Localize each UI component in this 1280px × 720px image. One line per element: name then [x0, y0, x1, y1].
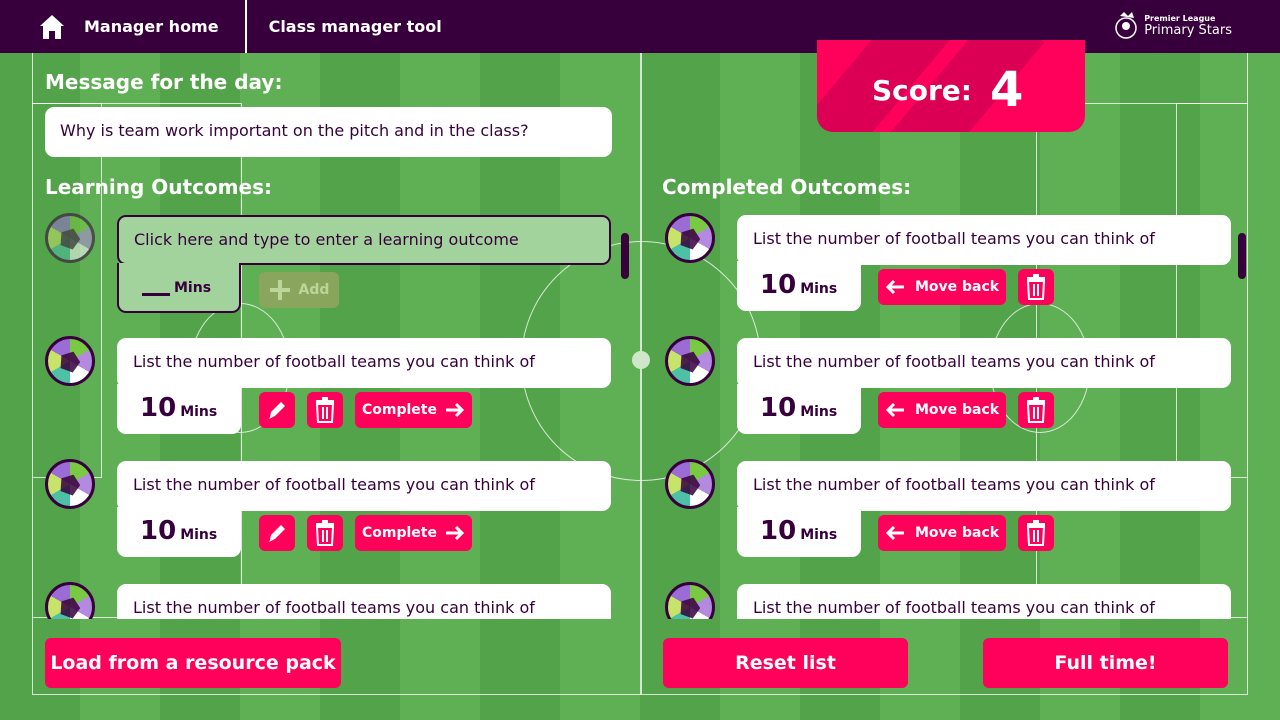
trash-icon: [1026, 520, 1046, 546]
add-label: Add: [298, 282, 330, 298]
top-nav-bar: Manager home Class manager tool Premier …: [0, 0, 1280, 53]
new-outcome-entry: Click here and type to enter a learning …: [40, 213, 620, 313]
outcome-text: List the number of football teams you ca…: [737, 584, 1231, 619]
list-item: List the number of football teams you ca…: [40, 459, 620, 559]
logo-line-1: Premier League: [1144, 14, 1216, 23]
completed-outcomes-list: List the number of football teams you ca…: [660, 213, 1235, 619]
learning-outcome-input[interactable]: Click here and type to enter a learning …: [117, 215, 611, 265]
complete-button[interactable]: Complete: [355, 515, 472, 551]
football-icon: [45, 459, 95, 509]
move-back-label: Move back: [914, 525, 1000, 541]
pencil-icon: [269, 402, 285, 419]
football-icon: [665, 213, 715, 263]
outcome-minutes: 10 Mins: [117, 384, 241, 434]
outcome-minutes: 10 Mins: [737, 507, 861, 557]
completed-outcomes-heading: Completed Outcomes:: [662, 175, 912, 199]
football-icon: [45, 582, 95, 619]
outcome-text: List the number of football teams you ca…: [117, 584, 611, 619]
minutes-input[interactable]: Mins: [117, 263, 241, 313]
trash-icon: [1026, 274, 1046, 300]
list-item: List the number of football teams you ca…: [660, 336, 1235, 436]
plus-icon: [269, 280, 290, 300]
manager-home-link[interactable]: Manager home: [0, 0, 247, 53]
learning-outcomes-list: Click here and type to enter a learning …: [40, 213, 620, 619]
manager-home-label: Manager home: [84, 17, 219, 36]
delete-button[interactable]: [307, 515, 343, 551]
message-heading: Message for the day:: [45, 70, 283, 94]
score-label: Score:: [872, 74, 972, 107]
outcome-text: List the number of football teams you ca…: [737, 461, 1231, 511]
complete-label: Complete: [362, 402, 437, 418]
outcome-text: List the number of football teams you ca…: [117, 338, 611, 388]
lion-icon: [1115, 12, 1137, 39]
outcome-text: List the number of football teams you ca…: [737, 215, 1231, 265]
list-item: List the number of football teams you ca…: [660, 213, 1235, 313]
move-back-button[interactable]: Move back: [878, 392, 1006, 428]
outcome-text: List the number of football teams you ca…: [117, 461, 611, 511]
list-item: List the number of football teams you ca…: [40, 336, 620, 436]
add-button[interactable]: Add: [259, 272, 339, 308]
full-time-button[interactable]: Full time!: [983, 638, 1228, 688]
football-icon: [665, 582, 715, 619]
outcome-text: List the number of football teams you ca…: [737, 338, 1231, 388]
list-item: List the number of football teams you ca…: [40, 582, 620, 619]
move-back-button[interactable]: Move back: [878, 515, 1006, 551]
home-icon: [40, 14, 64, 39]
arrow-right-icon: [445, 525, 465, 541]
completed-list-scrollbar[interactable]: [1238, 233, 1246, 279]
delete-button[interactable]: [307, 392, 343, 428]
list-item: List the number of football teams you ca…: [660, 459, 1235, 559]
arrow-left-icon: [885, 525, 904, 541]
complete-label: Complete: [362, 525, 437, 541]
move-back-button[interactable]: Move back: [878, 269, 1006, 305]
football-icon: [45, 336, 95, 386]
outcome-minutes: 10 Mins: [117, 507, 241, 557]
move-back-label: Move back: [914, 279, 1000, 295]
trash-icon: [315, 520, 335, 546]
trash-icon: [315, 397, 335, 423]
edit-button[interactable]: [259, 392, 295, 428]
reset-list-button[interactable]: Reset list: [663, 638, 908, 688]
pencil-icon: [269, 525, 285, 542]
class-manager-tool-label: Class manager tool: [268, 17, 442, 36]
premier-league-logo: Premier League Primary Stars: [1114, 10, 1232, 42]
arrow-left-icon: [885, 402, 904, 418]
class-manager-tool-link[interactable]: Class manager tool: [247, 17, 442, 36]
score-panel: Score: 4: [817, 40, 1085, 132]
complete-button[interactable]: Complete: [355, 392, 472, 428]
learning-list-scrollbar[interactable]: [621, 233, 629, 279]
edit-button[interactable]: [259, 515, 295, 551]
football-icon: [665, 336, 715, 386]
load-resource-pack-button[interactable]: Load from a resource pack: [45, 638, 341, 688]
delete-button[interactable]: [1018, 392, 1054, 428]
arrow-right-icon: [445, 402, 465, 418]
list-item: List the number of football teams you ca…: [660, 582, 1235, 619]
delete-button[interactable]: [1018, 269, 1054, 305]
trash-icon: [1026, 397, 1046, 423]
football-icon: [665, 459, 715, 509]
arrow-left-icon: [885, 279, 904, 295]
score-value: 4: [990, 62, 1024, 118]
move-back-label: Move back: [914, 402, 1000, 418]
learning-outcomes-heading: Learning Outcomes:: [45, 175, 272, 199]
minutes-unit: Mins: [174, 280, 212, 296]
message-input[interactable]: Why is team work important on the pitch …: [45, 107, 612, 157]
logo-line-2: Primary Stars: [1144, 23, 1232, 38]
outcome-minutes: 10 Mins: [737, 384, 861, 434]
delete-button[interactable]: [1018, 515, 1054, 551]
football-icon: [45, 213, 95, 263]
outcome-minutes: 10 Mins: [737, 261, 861, 311]
